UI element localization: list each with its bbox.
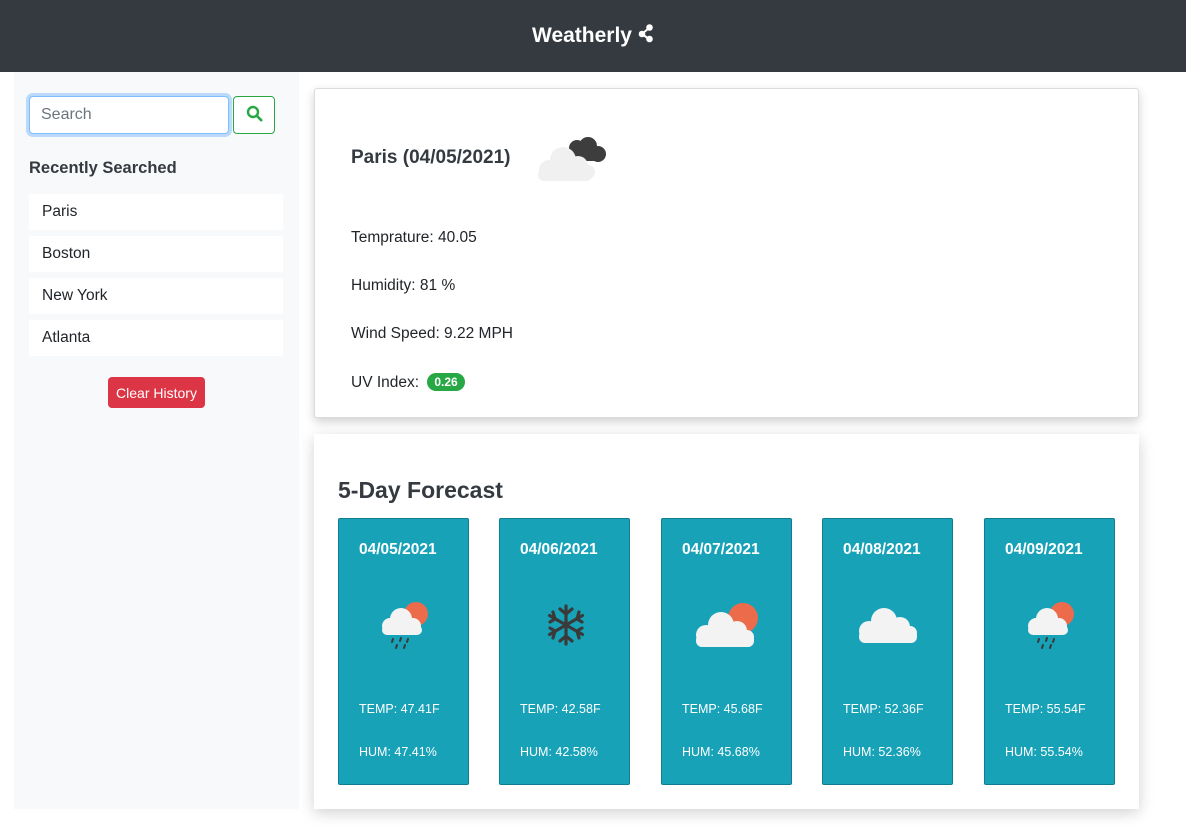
sun-cloud-icon xyxy=(662,593,793,657)
forecast-day-card: 04/07/2021 TEMP: 45.68F HUM: 45.68% xyxy=(661,518,792,785)
sun-cloud-rain-icon xyxy=(985,593,1116,657)
forecast-date: 04/09/2021 xyxy=(1005,541,1083,558)
uv-index-badge: 0.26 xyxy=(427,373,465,391)
history-item-atlanta[interactable]: Atlanta xyxy=(29,320,283,356)
clear-history-button[interactable]: Clear History xyxy=(108,377,205,408)
cloud-icon xyxy=(823,593,954,657)
forecast-date: 04/06/2021 xyxy=(520,541,598,558)
forecast-card: 5-Day Forecast 04/05/2021 TEMP: 47.41F H… xyxy=(314,434,1139,809)
current-weather-card: Paris (04/05/2021) Temprature: 40.05 Hum… xyxy=(314,88,1139,418)
uv-index-row: UV Index: 0.26 xyxy=(351,373,465,392)
forecast-heading: 5-Day Forecast xyxy=(338,477,503,503)
forecast-date: 04/05/2021 xyxy=(359,541,437,558)
search-button[interactable] xyxy=(233,96,275,134)
forecast-day-card: 04/06/2021 TEMP: 42.58F HUM: 42.58% xyxy=(499,518,630,785)
forecast-humidity: HUM: 45.68% xyxy=(682,745,760,759)
app-title: Weatherly xyxy=(532,24,632,47)
search-icon xyxy=(246,105,263,125)
navbar: Weatherly xyxy=(0,0,1186,72)
forecast-day-card: 04/09/2021 TEMP: 55.54F HUM: 55.54% xyxy=(984,518,1115,785)
wind-speed-text: Wind Speed: 9.22 MPH xyxy=(351,325,513,342)
forecast-humidity: HUM: 42.58% xyxy=(520,745,598,759)
temperature-text: Temprature: 40.05 xyxy=(351,229,477,246)
forecast-date: 04/07/2021 xyxy=(682,541,760,558)
forecast-temp: TEMP: 42.58F xyxy=(520,702,601,716)
dark-clouds-icon xyxy=(535,133,609,188)
forecast-humidity: HUM: 47.41% xyxy=(359,745,437,759)
humidity-text: Humidity: 81 % xyxy=(351,277,456,294)
forecast-temp: TEMP: 47.41F xyxy=(359,702,440,716)
sidebar: Recently Searched Paris Boston New York … xyxy=(14,72,299,809)
forecast-temp: TEMP: 45.68F xyxy=(682,702,763,716)
recently-searched-heading: Recently Searched xyxy=(29,159,177,177)
brand[interactable]: Weatherly xyxy=(532,23,654,49)
snowflake-icon xyxy=(500,593,631,657)
history-item-paris[interactable]: Paris xyxy=(29,194,283,230)
forecast-temp: TEMP: 52.36F xyxy=(843,702,924,716)
forecast-day-card: 04/05/2021 TEMP: 47.41F HUM: 47.41% xyxy=(338,518,469,785)
forecast-humidity: HUM: 55.54% xyxy=(1005,745,1083,759)
forecast-day-card: 04/08/2021 TEMP: 52.36F HUM: 52.36% xyxy=(822,518,953,785)
forecast-date: 04/08/2021 xyxy=(843,541,921,558)
city-title: Paris (04/05/2021) xyxy=(351,147,511,168)
history-list: Paris Boston New York Atlanta xyxy=(29,194,283,362)
uv-index-label: UV Index: xyxy=(351,374,420,391)
forecast-humidity: HUM: 52.36% xyxy=(843,745,921,759)
search-input[interactable] xyxy=(29,96,229,134)
sun-cloud-rain-icon xyxy=(339,593,470,657)
share-nodes-icon xyxy=(638,23,654,49)
history-item-new-york[interactable]: New York xyxy=(29,278,283,314)
forecast-temp: TEMP: 55.54F xyxy=(1005,702,1086,716)
history-item-boston[interactable]: Boston xyxy=(29,236,283,272)
